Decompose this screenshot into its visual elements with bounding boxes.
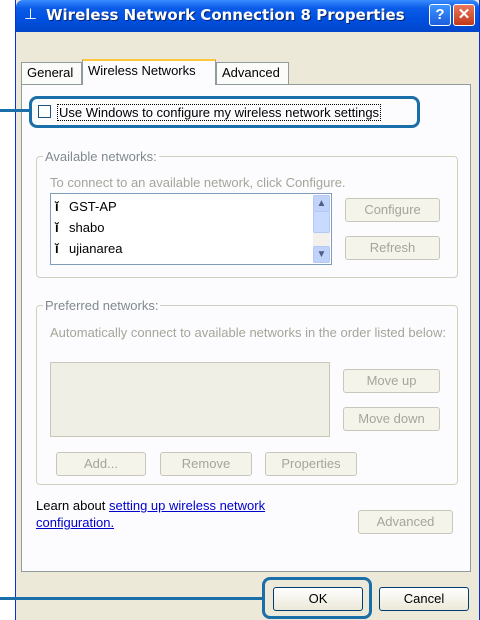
list-item[interactable]: ǐ shabo [55, 220, 104, 238]
list-scrollbar[interactable]: ▲ ▼ [313, 195, 330, 263]
antenna-icon: ǐ [55, 220, 59, 235]
window-title: Wireless Network Connection 8 Properties [46, 6, 405, 24]
scroll-thumb[interactable] [313, 211, 330, 233]
preferred-networks-legend: Preferred networks: [43, 298, 161, 313]
antenna-icon: ǐ [55, 241, 59, 256]
ok-highlight [262, 577, 372, 619]
close-button[interactable]: ✕ [453, 4, 475, 26]
available-networks-list[interactable]: ǐ GST-AP ǐ shabo ǐ ujianarea ▲ ▼ [50, 193, 332, 265]
properties-button[interactable]: Properties [265, 452, 357, 476]
move-down-button[interactable]: Move down [343, 407, 440, 431]
help-button[interactable]: ? [429, 4, 451, 26]
learn-prefix: Learn about [36, 498, 110, 513]
configure-button[interactable]: Configure [345, 198, 440, 222]
tab-general[interactable]: General [21, 62, 82, 84]
refresh-button[interactable]: Refresh [345, 236, 440, 260]
scroll-down-icon[interactable]: ▼ [313, 246, 330, 263]
tab-advanced[interactable]: Advanced [216, 62, 289, 84]
cancel-button[interactable]: Cancel [379, 587, 469, 611]
add-button[interactable]: Add... [56, 452, 146, 476]
scroll-up-icon[interactable]: ▲ [313, 195, 330, 212]
checkbox-highlight [29, 96, 420, 128]
remove-button[interactable]: Remove [160, 452, 252, 476]
advanced-button[interactable]: Advanced [358, 510, 453, 534]
title-bar[interactable]: ⊥ Wireless Network Connection 8 Properti… [16, 0, 479, 32]
preferred-hint: Automatically connect to available netwo… [50, 325, 446, 340]
ok-callout-line [0, 597, 263, 600]
list-item[interactable]: ǐ GST-AP [55, 199, 117, 217]
preferred-networks-list[interactable] [50, 362, 330, 437]
antenna-icon: ǐ [55, 199, 59, 214]
move-up-button[interactable]: Move up [343, 369, 440, 393]
list-item[interactable]: ǐ ujianarea [55, 241, 123, 259]
learn-about-text: Learn about setting up wireless network … [36, 497, 326, 531]
available-hint: To connect to an available network, clic… [50, 175, 346, 190]
available-networks-legend: Available networks: [43, 149, 159, 164]
network-connection-icon: ⊥ [24, 6, 38, 23]
checkbox-callout-line [0, 109, 30, 112]
tab-wireless-networks[interactable]: Wireless Networks [82, 59, 216, 85]
